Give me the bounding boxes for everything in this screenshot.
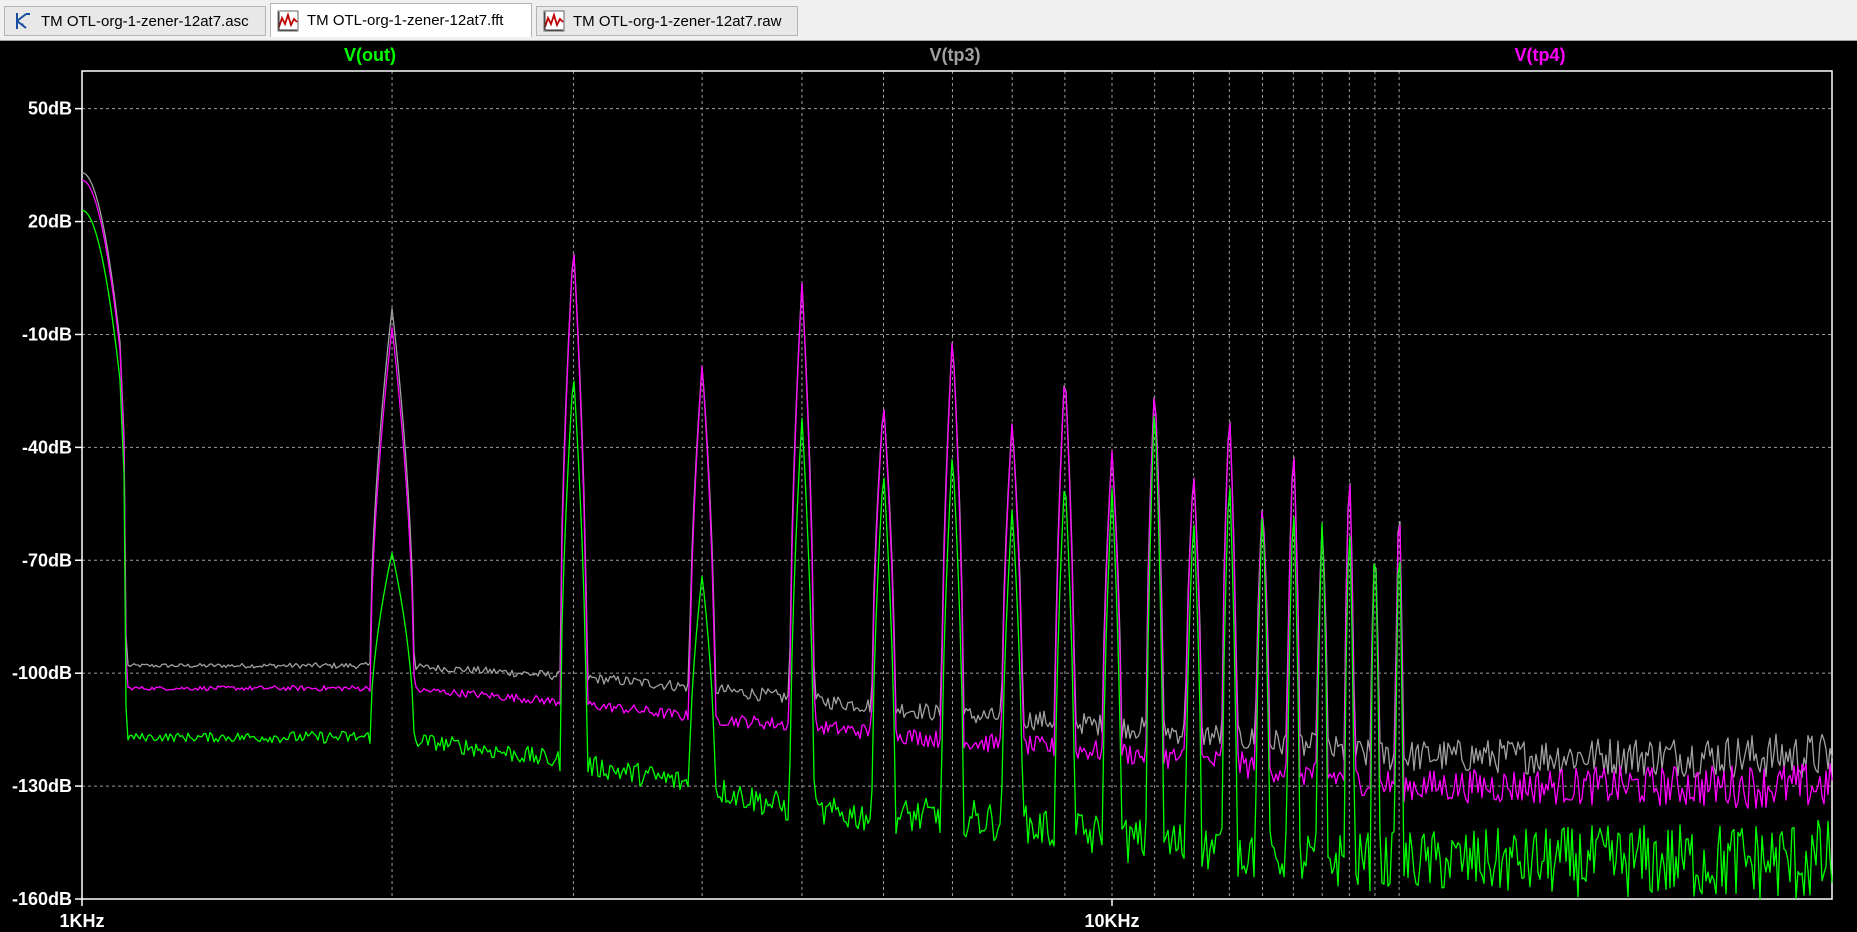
fft-chart[interactable]: 50dB 20dB -10dB -40dB -70dB -100dB -130dB -160d… [0,41,1857,932]
waveform-icon [277,10,299,32]
y-tick-label: -160dB [12,889,72,909]
x-tick-label: 10KHz [1084,911,1139,931]
x-axis-ticks: 1KHz 10KHz [59,899,1140,931]
y-tick-label: -10dB [22,324,72,344]
waveform-icon [543,10,565,32]
fft-plot-pane[interactable]: 50dB 20dB -10dB -40dB -70dB -100dB -130dB -160d… [0,41,1857,932]
y-axis-ticks: 50dB 20dB -10dB -40dB -70dB -100dB -130dB -160d… [12,99,82,909]
plot-frame [81,70,1833,900]
grid [82,71,1832,900]
y-tick-label: -130dB [12,776,72,796]
y-tick-label: -70dB [22,550,72,570]
trace-vtp3[interactable] [81,171,1833,778]
y-tick-label: 50dB [28,99,72,119]
y-tick-label: -40dB [22,437,72,457]
x-tick-label: 1KHz [59,911,104,931]
tab-label: TM OTL-org-1-zener-12at7.raw [573,12,782,30]
legend-entry[interactable]: V(tp3) [930,45,981,65]
trace-vout[interactable] [81,209,1833,900]
tab-label: TM OTL-org-1-zener-12at7.asc [41,12,249,30]
tab-schematic-asc[interactable]: TM OTL-org-1-zener-12at7.asc [4,6,266,36]
traces [81,171,1833,900]
plot-border [81,70,1833,900]
tab-raw-waveform[interactable]: TM OTL-org-1-zener-12at7.raw [536,6,798,36]
document-tab-bar: TM OTL-org-1-zener-12at7.asc TM OTL-org-… [0,0,1857,41]
schematic-icon [11,10,33,32]
trace-vtp4[interactable] [81,179,1833,809]
y-tick-label: -100dB [12,663,72,683]
legend-entry[interactable]: V(tp4) [1515,45,1566,65]
y-tick-label: 20dB [28,212,72,232]
trace-legend: V(out) V(tp3) V(tp4) [344,45,1565,65]
legend-entry[interactable]: V(out) [344,45,396,65]
tab-fft-waveform[interactable]: TM OTL-org-1-zener-12at7.fft [270,3,532,37]
tab-label: TM OTL-org-1-zener-12at7.fft [307,12,504,29]
